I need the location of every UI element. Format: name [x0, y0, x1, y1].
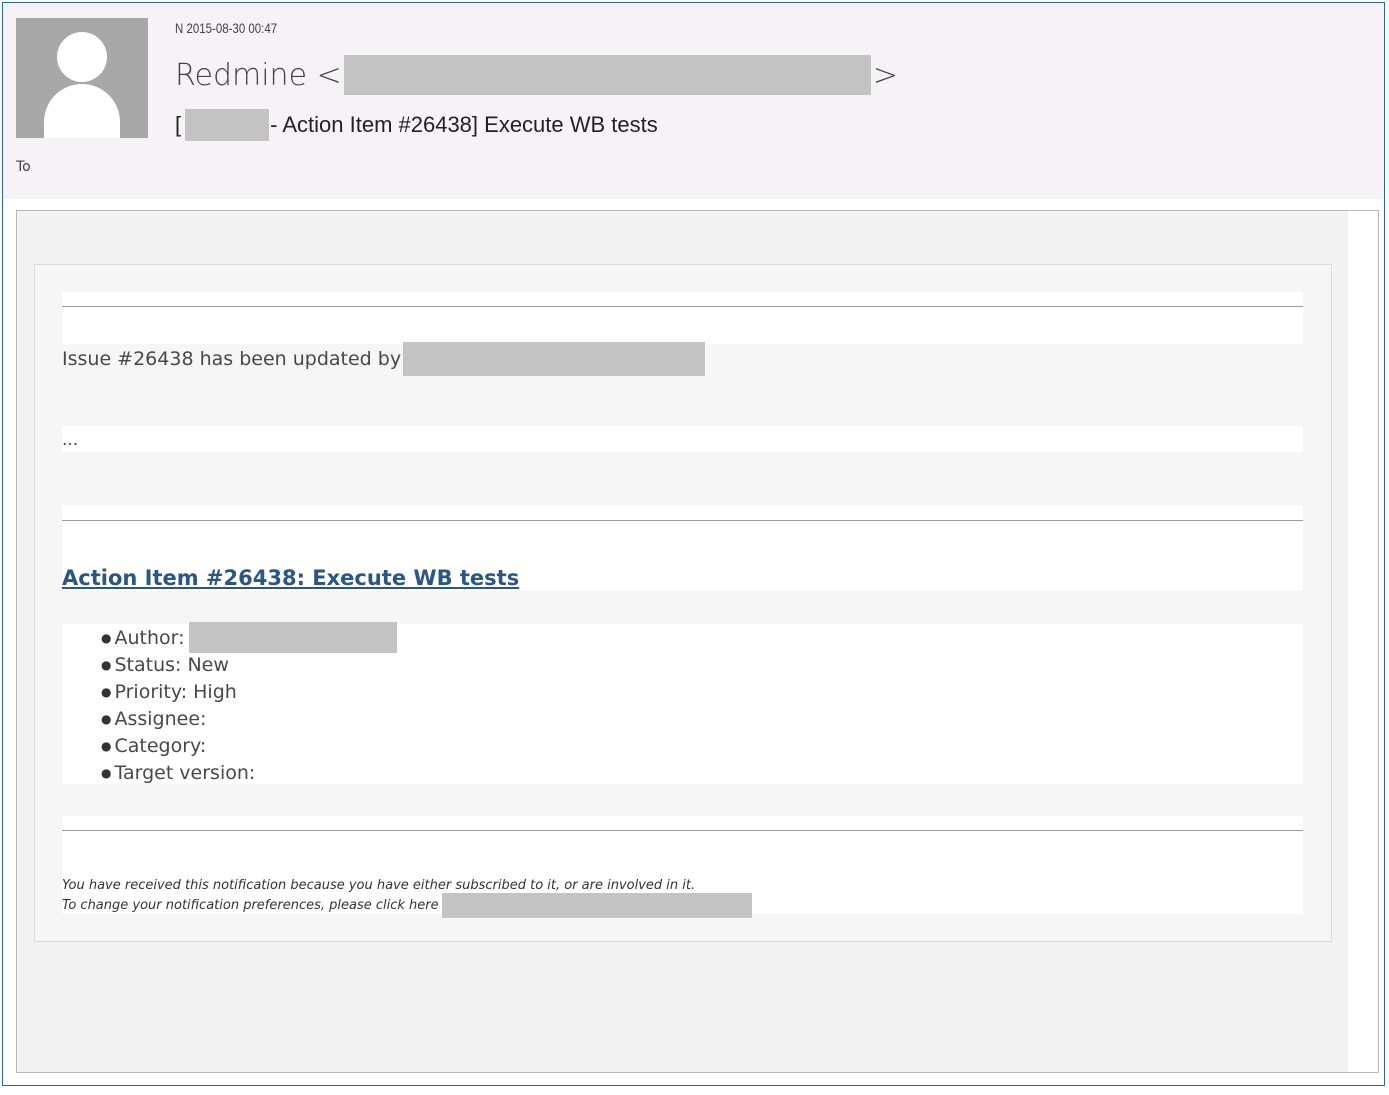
attribute-value: High [193, 680, 237, 703]
issue-updated-line: Issue #26438 has been updated by [62, 342, 706, 376]
attribute-category: ● Category: [101, 732, 397, 759]
avatar-body-shape [44, 84, 120, 138]
sender-name: Redmine < [175, 57, 342, 93]
attribute-label: Assignee: [114, 707, 207, 730]
attribute-target-version: ● Target version: [101, 759, 397, 786]
attribute-label: Target version: [114, 761, 256, 784]
band-ellipsis [62, 426, 1303, 452]
sender-close-bracket: > [872, 57, 898, 93]
to-label: To [16, 159, 31, 175]
bullet-icon: ● [101, 657, 112, 672]
redacted-author-name [188, 622, 397, 653]
sender-avatar [16, 18, 148, 138]
divider-middle [62, 520, 1303, 521]
redacted-sender-email [343, 55, 871, 95]
bullet-icon: ● [101, 711, 112, 726]
attribute-label: Priority: [114, 680, 188, 703]
bullet-icon: ● [101, 738, 112, 753]
attribute-label: Status: [114, 653, 182, 676]
sender-line[interactable]: Redmine < > [175, 54, 898, 96]
subject-open-bracket: [ [175, 112, 182, 137]
avatar-head-shape [57, 32, 107, 82]
divider-top [62, 306, 1303, 307]
redacted-project-name [185, 109, 270, 141]
bullet-icon: ● [101, 765, 112, 780]
notes-ellipsis: ... [62, 430, 79, 450]
issue-updated-text: Issue #26438 has been updated by [62, 348, 402, 370]
attribute-priority: ● Priority: High [101, 678, 397, 705]
issue-link[interactable]: Action Item #26438: Execute WB tests [62, 562, 519, 594]
received-date: N 2015-08-30 00:47 [175, 20, 278, 36]
divider-bottom [62, 830, 1303, 831]
attribute-label: Author: [114, 626, 185, 649]
attribute-assignee: ● Assignee: [101, 705, 397, 732]
preferences-text: To change your notification preferences,… [62, 897, 439, 913]
body-frame-edge [1348, 211, 1378, 1072]
issue-attributes: ● Author: ● Status: New ● Priority: High… [101, 622, 397, 786]
attribute-author: ● Author: [101, 622, 397, 653]
redacted-preferences-link[interactable] [441, 892, 752, 918]
notification-preferences: To change your notification preferences,… [62, 892, 752, 918]
bullet-icon: ● [101, 684, 112, 699]
attribute-status: ● Status: New [101, 651, 397, 678]
email-subject: [ - Action Item #26438] Execute WB tests [175, 109, 658, 141]
attribute-value: New [187, 653, 229, 676]
band-top [62, 292, 1303, 344]
subject-text: - Action Item #26438] Execute WB tests [270, 112, 658, 137]
attribute-label: Category: [114, 734, 207, 757]
redacted-updater-name [403, 342, 706, 376]
bullet-icon: ● [101, 630, 112, 645]
